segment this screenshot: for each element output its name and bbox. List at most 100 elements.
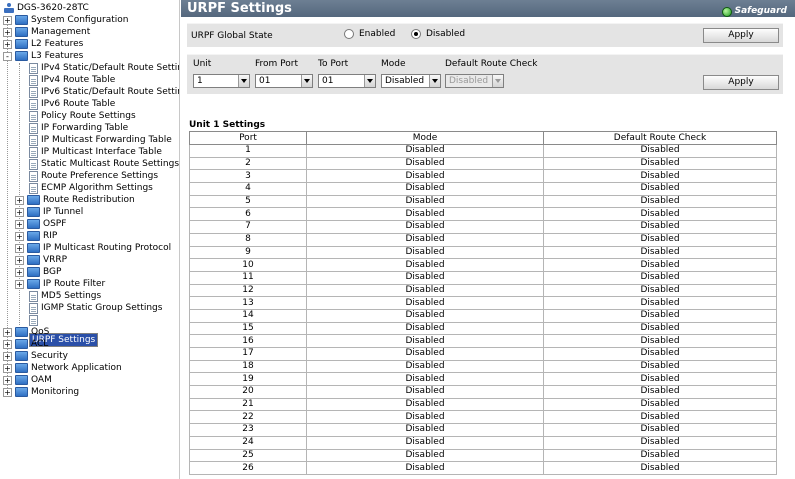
tree-item-security[interactable]: + Security xyxy=(3,350,68,362)
expand-icon[interactable]: + xyxy=(3,39,12,49)
expand-icon[interactable]: + xyxy=(15,207,24,217)
tree-item-vrrp[interactable]: + VRRP xyxy=(15,254,67,266)
table-row: 12 Disabled Disabled xyxy=(189,283,777,298)
expand-icon[interactable]: + xyxy=(3,327,12,337)
tree-item-ipv4-route-table[interactable]: IPv4 Route Table xyxy=(29,74,115,86)
table-row: 22 Disabled Disabled xyxy=(189,410,777,425)
app-window: DGS-3620-28TC + System Configuration + Mana… xyxy=(0,0,795,479)
tree-item-monitoring[interactable]: + Monitoring xyxy=(3,386,79,398)
expand-icon[interactable]: + xyxy=(15,195,24,205)
mode-value: Disabled xyxy=(385,76,425,86)
tree-item-bgp[interactable]: + BGP xyxy=(15,266,61,278)
tree-item-ospf[interactable]: + OSPF xyxy=(15,218,66,230)
document-icon xyxy=(29,98,38,110)
table-row: 20 Disabled Disabled xyxy=(189,385,777,399)
default-route-check-cell: Disabled xyxy=(543,182,777,196)
port-cell: 20 xyxy=(189,385,307,399)
expand-icon[interactable]: + xyxy=(15,267,24,277)
table-row: 18 Disabled Disabled xyxy=(189,359,777,374)
tree-item-ip-route-filter[interactable]: + IP Route Filter xyxy=(15,278,105,290)
folder-icon xyxy=(15,351,28,361)
tree-item-ipv4-static-default-route-settings[interactable]: IPv4 Static/Default Route Settings xyxy=(29,62,179,74)
tree-item-route-redistribution[interactable]: + Route Redistribution xyxy=(15,194,135,206)
table-row: 4 Disabled Disabled xyxy=(189,182,777,196)
tree-item-l2-features[interactable]: + L2 Features xyxy=(3,38,83,50)
folder-icon xyxy=(15,363,28,373)
tree-item-oam[interactable]: + OAM xyxy=(3,374,52,386)
tree-item-ipv6-static-default-route-settings[interactable]: IPv6 Static/Default Route Settings xyxy=(29,86,179,98)
mode-cell: Disabled xyxy=(306,308,544,323)
document-icon xyxy=(29,122,38,134)
default-route-check-cell: Disabled xyxy=(543,296,777,310)
tree-item-label: IPv6 Route Table xyxy=(41,99,116,109)
radio-checked-icon xyxy=(411,29,421,39)
tree-item-ip-multicast-interface-table[interactable]: IP Multicast Interface Table xyxy=(29,146,162,158)
port-apply-button[interactable]: Apply xyxy=(703,75,779,90)
port-cell: 16 xyxy=(189,334,307,348)
document-icon xyxy=(29,110,38,122)
tree-item-qos[interactable]: + QoS xyxy=(3,326,49,338)
expand-icon[interactable]: + xyxy=(3,339,12,349)
tree-item-urpf-settings[interactable]: URPF Settings xyxy=(29,314,99,347)
tree-item-ipv6-route-table[interactable]: IPv6 Route Table xyxy=(29,98,115,110)
tree-item-rip[interactable]: + RIP xyxy=(15,230,57,242)
tree-root-device[interactable]: DGS-3620-28TC xyxy=(4,2,89,14)
tree-item-l3-features[interactable]: - L3 Features xyxy=(3,50,83,62)
tree-item-static-multicast-route-settings[interactable]: Static Multicast Route Settings xyxy=(29,158,179,170)
unit-select[interactable]: 1 xyxy=(193,74,250,88)
tree-item-label: Static Multicast Route Settings xyxy=(41,159,180,169)
tree-item-ip-forwarding-table[interactable]: IP Forwarding Table xyxy=(29,122,128,134)
port-cell: 13 xyxy=(189,296,307,310)
tree-item-network-application[interactable]: + Network Application xyxy=(3,362,122,374)
tree-item-ip-multicast-forwarding-table[interactable]: IP Multicast Forwarding Table xyxy=(29,134,172,146)
port-cell: 12 xyxy=(189,283,307,298)
expand-icon[interactable]: + xyxy=(15,231,24,241)
global-state-label: URPF Global State xyxy=(191,31,273,41)
disabled-radio[interactable]: Disabled xyxy=(411,29,465,39)
tree-item-label: L3 Features xyxy=(31,51,84,61)
tree-item-md5-settings[interactable]: MD5 Settings xyxy=(29,290,101,302)
tree-item-ip-tunnel[interactable]: + IP Tunnel xyxy=(15,206,83,218)
default-route-check-cell: Disabled xyxy=(543,308,777,323)
tree-item-acl[interactable]: + ACL xyxy=(3,338,48,350)
folder-icon xyxy=(27,267,40,277)
from-port-select[interactable]: 01 xyxy=(255,74,313,88)
table-row: 9 Disabled Disabled xyxy=(189,245,777,260)
expand-icon[interactable]: + xyxy=(15,243,24,253)
tree-item-system-configuration[interactable]: + System Configuration xyxy=(3,14,128,26)
collapse-icon[interactable]: - xyxy=(3,51,12,61)
global-apply-button[interactable]: Apply xyxy=(703,28,779,43)
expand-icon[interactable]: + xyxy=(3,363,12,373)
expand-icon[interactable]: + xyxy=(3,15,12,25)
document-icon xyxy=(29,86,38,98)
tree-item-route-preference-settings[interactable]: Route Preference Settings xyxy=(29,170,158,182)
expand-icon[interactable]: + xyxy=(3,387,12,397)
expand-icon[interactable]: + xyxy=(15,255,24,265)
to-port-select[interactable]: 01 xyxy=(318,74,376,88)
port-cell: 22 xyxy=(189,410,307,425)
mode-select[interactable]: Disabled xyxy=(381,74,441,88)
tree-item-label: IPv4 Route Table xyxy=(41,75,116,85)
tree-item-label: OSPF xyxy=(43,219,67,229)
expand-icon[interactable]: + xyxy=(3,27,12,37)
port-cell: 19 xyxy=(189,372,307,387)
port-cell: 6 xyxy=(189,207,307,222)
expand-icon[interactable]: + xyxy=(15,279,24,289)
expand-icon[interactable]: + xyxy=(3,351,12,361)
expand-icon[interactable]: + xyxy=(15,219,24,229)
default-route-check-cell: Disabled xyxy=(543,423,777,437)
expand-icon[interactable]: + xyxy=(3,375,12,385)
default-route-check-cell: Disabled xyxy=(543,435,777,450)
mode-cell: Disabled xyxy=(306,461,544,475)
tree-item-ip-multicast-routing-protocol[interactable]: + IP Multicast Routing Protocol xyxy=(15,242,171,254)
tree-item-ecmp-algorithm-settings[interactable]: ECMP Algorithm Settings xyxy=(29,182,153,194)
tree-item-policy-route-settings[interactable]: Policy Route Settings xyxy=(29,110,136,122)
page-title: URPF Settings xyxy=(187,1,292,16)
tree-item-igmp-static-group-settings[interactable]: IGMP Static Group Settings xyxy=(29,302,162,314)
table-row: 19 Disabled Disabled xyxy=(189,372,777,387)
tree-item-management[interactable]: + Management xyxy=(3,26,90,38)
table-row: 5 Disabled Disabled xyxy=(189,194,777,209)
enabled-radio[interactable]: Enabled xyxy=(344,29,395,39)
folder-icon xyxy=(15,375,28,385)
tree-item-label: IP Multicast Forwarding Table xyxy=(41,135,172,145)
